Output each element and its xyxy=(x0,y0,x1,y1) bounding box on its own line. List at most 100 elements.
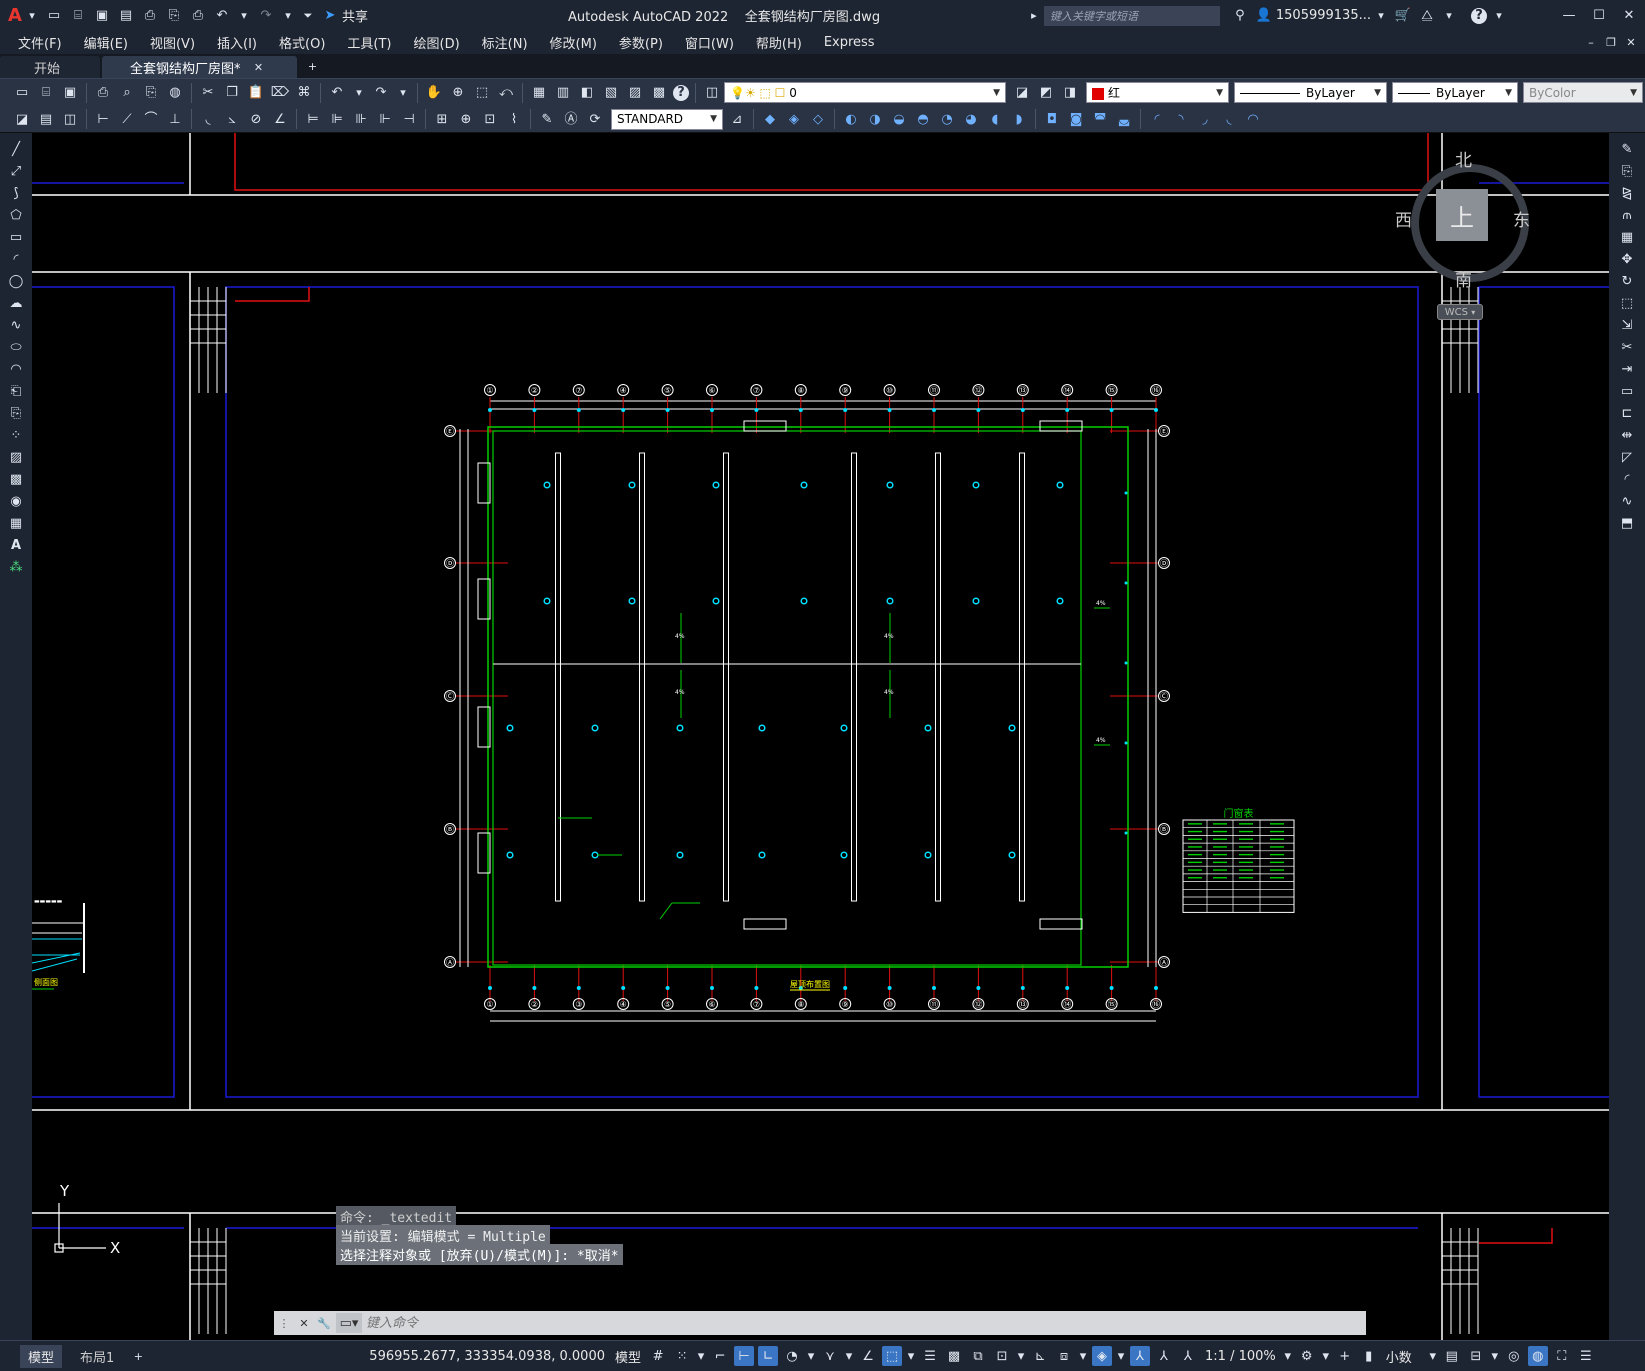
dim-diameter-icon[interactable]: ⊘ xyxy=(246,109,266,129)
dim-ordinate-icon[interactable]: ⊥ xyxy=(165,109,185,129)
units-value[interactable]: 小数 xyxy=(1386,1347,1412,1366)
mirror-icon[interactable]: ⧎ xyxy=(1617,183,1637,203)
array-icon[interactable]: ▦ xyxy=(1617,227,1637,247)
menu-view[interactable]: 视图(V) xyxy=(150,33,195,52)
color-dropdown[interactable]: 红 ▼ xyxy=(1086,82,1229,103)
osnap-dropdown-icon[interactable]: ▾ xyxy=(906,1346,916,1366)
offset-faces-icon[interactable]: ◠ xyxy=(1243,109,1263,129)
model-space-toggle[interactable]: 模型 xyxy=(615,1347,641,1366)
help-tb-icon[interactable]: ? xyxy=(673,84,689,101)
new-layout-icon[interactable]: + xyxy=(130,1346,146,1366)
table-style-icon[interactable]: ▤ xyxy=(36,109,56,129)
save-file-icon[interactable]: ▣ xyxy=(60,83,80,103)
layer-states-icon[interactable]: ◨ xyxy=(1060,83,1080,103)
design-center-icon[interactable]: ▥ xyxy=(553,83,573,103)
region-icon[interactable]: ◉ xyxy=(6,491,26,511)
new-tab-icon[interactable]: + xyxy=(305,56,321,76)
dim-text-edit-icon[interactable]: Ⓐ xyxy=(561,109,581,129)
workspace-icon[interactable]: ⚙ xyxy=(1297,1346,1317,1366)
app-menu-arrow-icon[interactable]: ▾ xyxy=(24,6,40,26)
preview-icon[interactable]: ⌕ xyxy=(117,83,137,103)
isolate-objects-icon[interactable]: ◎ xyxy=(1504,1346,1524,1366)
move-icon[interactable]: ✥ xyxy=(1617,249,1637,269)
command-close-icon[interactable]: ✕ xyxy=(296,1313,312,1333)
dim-jogged-icon[interactable]: ⦣ xyxy=(222,109,242,129)
taper-faces-icon[interactable]: ◟ xyxy=(1219,109,1239,129)
ellipse-arc-icon[interactable]: ◠ xyxy=(6,359,26,379)
command-input[interactable] xyxy=(364,1312,1366,1334)
grip-icon[interactable]: ⋮ xyxy=(276,1313,292,1333)
lock-ui-dropdown-icon[interactable]: ▾ xyxy=(1490,1346,1500,1366)
clean-icon[interactable]: ◚ xyxy=(1090,109,1110,129)
undo-tb-icon[interactable]: ↶ xyxy=(327,83,347,103)
dim-update-icon[interactable]: ⟳ xyxy=(585,109,605,129)
tool-palettes-icon[interactable]: ◧ xyxy=(577,83,597,103)
viewcube[interactable]: 上 北 南 西 东 WCS ▾ xyxy=(1395,138,1535,320)
offset-icon[interactable]: ⫙ xyxy=(1617,205,1637,225)
join-icon[interactable]: ⇹ xyxy=(1617,425,1637,445)
redo-icon[interactable]: ↷ xyxy=(256,6,276,26)
layer-dropdown[interactable]: 💡☀ ⬚ ☐ 0 ▼ xyxy=(724,82,1006,103)
menu-express[interactable]: Express xyxy=(824,35,875,50)
separate-icon[interactable]: ◙ xyxy=(1066,109,1086,129)
layer-previous-icon[interactable]: ◩ xyxy=(1036,83,1056,103)
polygon-icon[interactable]: ⬠ xyxy=(6,205,26,225)
blend-icon[interactable]: ∿ xyxy=(1617,491,1637,511)
units-icon[interactable]: ▮ xyxy=(1359,1346,1379,1366)
scale-dropdown-icon[interactable]: ▾ xyxy=(1283,1346,1293,1366)
isodraft-dropdown-icon[interactable]: ▾ xyxy=(844,1346,854,1366)
menu-edit[interactable]: 编辑(E) xyxy=(84,33,128,52)
help-icon[interactable]: ? xyxy=(1471,7,1487,24)
search-icon[interactable]: ⚲ xyxy=(1230,6,1250,26)
mtext-icon[interactable]: A xyxy=(6,535,26,555)
shell-icon[interactable]: ◘ xyxy=(1042,109,1062,129)
infer-constraints-icon[interactable]: ⌐ xyxy=(710,1346,730,1366)
user-dropdown-icon[interactable]: ▾ xyxy=(1373,6,1389,26)
clean-screen-icon[interactable]: ⛶ xyxy=(1552,1346,1572,1366)
interfere-icon[interactable]: ◓ xyxy=(913,109,933,129)
dynamic-ucs-icon[interactable]: ⊾ xyxy=(1030,1346,1050,1366)
dim-edit-icon[interactable]: ✎ xyxy=(537,109,557,129)
add-selected-icon[interactable]: ⁂ xyxy=(6,557,26,577)
dim-aligned-icon[interactable]: ⟋ xyxy=(117,109,137,129)
dwf-icon[interactable]: ◍ xyxy=(165,83,185,103)
dynamic-input-icon[interactable]: ⊢ xyxy=(734,1346,755,1366)
line-icon[interactable]: ╱ xyxy=(6,139,26,159)
publish-icon[interactable]: ⎘ xyxy=(141,83,161,103)
dimstyle-dropdown[interactable]: STANDARD ▼ xyxy=(611,108,723,130)
app-dropdown-icon[interactable]: ▾ xyxy=(1441,6,1457,26)
share-button[interactable]: 共享 xyxy=(342,6,368,25)
insert-block-icon[interactable]: ⎗ xyxy=(6,381,26,401)
plot-icon[interactable]: ⎙ xyxy=(188,6,208,26)
menu-format[interactable]: 格式(O) xyxy=(279,33,325,52)
tab-start[interactable]: 开始 xyxy=(0,56,101,78)
osnap-icon[interactable]: ⬚ xyxy=(882,1346,903,1366)
break-icon[interactable]: ⊏ xyxy=(1617,403,1637,423)
menu-tools[interactable]: 工具(T) xyxy=(347,33,391,52)
annotation-visibility-icon[interactable]: ⅄ xyxy=(1130,1346,1151,1366)
saveas-icon[interactable]: ▤ xyxy=(116,6,136,26)
markup-icon[interactable]: ▨ xyxy=(625,83,645,103)
dim-baseline-icon[interactable]: ⊫ xyxy=(327,109,347,129)
check-icon[interactable]: ◛ xyxy=(1114,109,1134,129)
isodraft-icon[interactable]: ⋎ xyxy=(820,1346,840,1366)
doc-restore-icon[interactable]: ❐ xyxy=(1603,33,1619,53)
slice-icon[interactable]: ◔ xyxy=(937,109,957,129)
snap-dropdown-icon[interactable]: ▾ xyxy=(696,1346,706,1366)
otrack-icon[interactable]: ∠ xyxy=(858,1346,878,1366)
menu-insert[interactable]: 插入(I) xyxy=(217,33,257,52)
lineweight-icon[interactable]: ☰ xyxy=(920,1346,940,1366)
copy-edges-icon[interactable]: ◞ xyxy=(1195,109,1215,129)
table-icon[interactable]: ▦ xyxy=(6,513,26,533)
open-icon[interactable]: ⌸ xyxy=(68,6,88,26)
annotation-scale-value[interactable]: 1:1 / 100% xyxy=(1205,1349,1276,1364)
menu-file[interactable]: 文件(F) xyxy=(18,33,62,52)
copy-icon[interactable]: ❐ xyxy=(222,83,242,103)
mirror-3d-icon[interactable]: ◇ xyxy=(808,109,828,129)
block-editor-icon[interactable]: ⌘ xyxy=(294,83,314,103)
dim-style-icon[interactable]: ⊿ xyxy=(727,109,747,129)
paste-icon[interactable]: 📋 xyxy=(246,83,266,103)
selection-filter-dropdown-icon[interactable]: ▾ xyxy=(1078,1346,1088,1366)
hatch-icon[interactable]: ▨ xyxy=(6,447,26,467)
color-edges-icon[interactable]: ◝ xyxy=(1171,109,1191,129)
